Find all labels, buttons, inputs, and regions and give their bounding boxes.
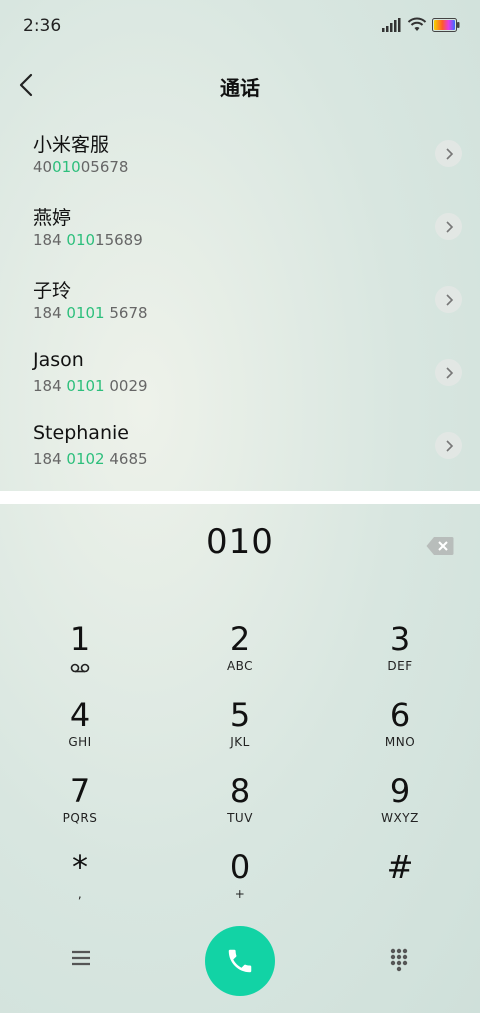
header: 通话 [0, 60, 480, 110]
key-digit: 8 [229, 772, 251, 810]
key-6[interactable]: 6 MNO [340, 696, 460, 768]
key-digit: 3 [389, 620, 411, 658]
key-letters: PQRS [62, 811, 98, 825]
key-digit: 2 [229, 620, 251, 658]
key-digit: * [72, 848, 88, 886]
status-time: 2:36 [23, 16, 62, 36]
contact-number: 4001005678 [33, 158, 129, 176]
key-letters: ABC [226, 659, 254, 673]
call-button[interactable] [205, 926, 275, 996]
key-letters: WXYZ [381, 811, 419, 825]
phone-icon [228, 949, 252, 973]
key-1[interactable]: 1 [20, 620, 140, 692]
contact-row[interactable]: Jason 184 0101 0029 [0, 337, 480, 410]
key-0[interactable]: 0 + [180, 848, 300, 920]
key-5[interactable]: 5 JKL [180, 696, 300, 768]
page-title: 通话 [220, 76, 260, 100]
contact-detail-button[interactable] [435, 432, 462, 459]
contact-suggestions-list: 小米客服 4001005678 燕婷 184 01015689 子玲 184 0… [0, 118, 480, 483]
key-letters: GHI [68, 735, 92, 749]
key-letters: , [77, 887, 83, 901]
key-letters: DEF [387, 659, 413, 673]
key-hash[interactable]: # [340, 848, 460, 920]
key-4[interactable]: 4 GHI [20, 696, 140, 768]
contact-number: 184 01015689 [33, 231, 143, 249]
key-digit: 6 [389, 696, 411, 734]
contact-detail-button[interactable] [435, 359, 462, 386]
dialpad-icon[interactable] [389, 948, 409, 972]
section-divider [0, 491, 480, 504]
menu-icon[interactable] [70, 948, 92, 968]
signal-icon [382, 18, 401, 32]
contact-number: 184 0102 4685 [33, 450, 148, 468]
key-digit: 9 [389, 772, 411, 810]
key-digit: # [386, 848, 414, 886]
key-2[interactable]: 2 ABC [180, 620, 300, 692]
contact-detail-button[interactable] [435, 140, 462, 167]
key-letters: TUV [227, 811, 253, 825]
key-star[interactable]: * , [20, 848, 140, 920]
contact-detail-button[interactable] [435, 286, 462, 313]
key-7[interactable]: 7 PQRS [20, 772, 140, 844]
wifi-icon [407, 17, 427, 31]
contact-row[interactable]: 燕婷 184 01015689 [0, 191, 480, 264]
chevron-right-icon [445, 366, 453, 379]
backspace-icon[interactable] [426, 536, 454, 556]
voicemail-icon [70, 663, 90, 673]
contact-name: 小米客服 [33, 134, 110, 156]
key-digit: 0 [229, 848, 251, 886]
key-letters: JKL [230, 735, 250, 749]
key-digit: 5 [229, 696, 251, 734]
chevron-right-icon [445, 147, 453, 160]
battery-icon [432, 18, 460, 32]
key-8[interactable]: 8 TUV [180, 772, 300, 844]
contact-row[interactable]: 子玲 184 0101 5678 [0, 264, 480, 337]
key-9[interactable]: 9 WXYZ [340, 772, 460, 844]
chevron-right-icon [445, 220, 453, 233]
dial-number-input[interactable]: 010 [0, 522, 480, 572]
contact-name: 燕婷 [33, 207, 72, 229]
bottom-bar [0, 922, 480, 1002]
key-letters: + [234, 887, 246, 901]
key-digit: 4 [69, 696, 91, 734]
chevron-right-icon [445, 293, 453, 306]
key-digit: 7 [69, 772, 91, 810]
status-bar: 2:36 [0, 0, 480, 50]
key-letters: MNO [384, 735, 416, 749]
contact-name: 子玲 [33, 280, 72, 302]
contact-row[interactable]: Stephanie 184 0102 4685 [0, 410, 480, 483]
contact-name: Jason [33, 349, 84, 371]
contact-detail-button[interactable] [435, 213, 462, 240]
key-3[interactable]: 3 DEF [340, 620, 460, 692]
key-digit: 1 [69, 620, 91, 658]
contact-name: Stephanie [33, 422, 129, 444]
contact-number: 184 0101 5678 [33, 304, 148, 322]
contact-row[interactable]: 小米客服 4001005678 [0, 118, 480, 191]
contact-number: 184 0101 0029 [33, 377, 148, 395]
chevron-right-icon [445, 439, 453, 452]
